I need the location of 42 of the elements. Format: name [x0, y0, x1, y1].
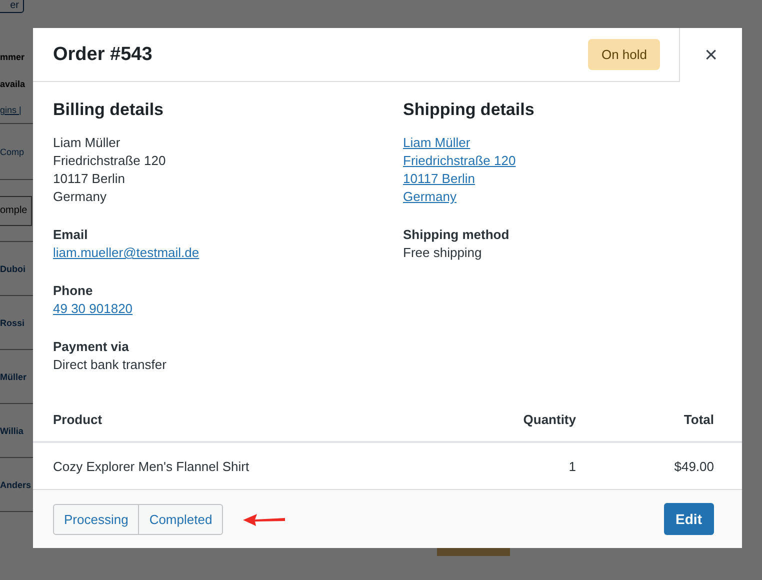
column-header: Quantity [522, 412, 576, 427]
address-line: Friedrichstraße 120 [53, 152, 166, 170]
field-value: Direct bank transfer [53, 356, 166, 374]
field-link[interactable]: liam.mueller@testmail.de [53, 244, 200, 262]
customer-name[interactable]: Müller [0, 372, 27, 382]
field-label: Payment via [53, 338, 129, 356]
status-dropdown[interactable]: omple [0, 196, 32, 226]
address-link[interactable]: 10117 Berlin [403, 170, 476, 188]
customer-name[interactable]: Anders [0, 480, 32, 490]
notice-text: mmer [0, 52, 25, 62]
close-button[interactable]: × [679, 28, 742, 82]
address-line: Liam Müller [53, 134, 120, 152]
address-link[interactable]: Friedrichstraße 120 [403, 152, 516, 170]
table-cell-text: 1 [568, 458, 576, 474]
customer-name[interactable]: Rossi [0, 318, 25, 328]
edit-button[interactable]: Edit [664, 503, 714, 535]
table-cell-text: $49.00 [673, 458, 714, 474]
column-header: Product [53, 412, 104, 427]
customer-name[interactable]: Duboi [0, 264, 26, 274]
page-button[interactable]: er [0, 0, 24, 13]
address-link[interactable]: Germany [403, 188, 456, 206]
status-button[interactable]: Completed [139, 504, 224, 534]
column-header: Total [682, 412, 714, 427]
customer-name[interactable]: Willia [0, 426, 24, 436]
field-label: Email [53, 226, 88, 244]
section-heading: Shipping details [403, 100, 536, 120]
field-value: Free shipping [403, 244, 482, 262]
table-cell-text: Cozy Explorer Men's Flannel Shirt [53, 458, 250, 474]
status-badge: On hold [588, 39, 660, 70]
address-link[interactable]: Liam Müller [403, 134, 470, 152]
address-line: Germany [53, 188, 106, 206]
address-line: 10117 Berlin [53, 170, 126, 188]
arrow-annotation [241, 511, 288, 527]
field-label: Shipping method [403, 226, 510, 244]
field-link[interactable]: 49 30 901820 [53, 300, 133, 318]
status-button[interactable]: Processing [53, 504, 140, 534]
modal-title: Order #543 [53, 44, 154, 66]
field-label: Phone [53, 282, 93, 300]
plugins-link[interactable]: gins | [0, 105, 22, 115]
filter-tab[interactable]: Comp [0, 146, 24, 156]
section-heading: Billing details [53, 100, 165, 120]
notice-text: availa [0, 78, 26, 88]
